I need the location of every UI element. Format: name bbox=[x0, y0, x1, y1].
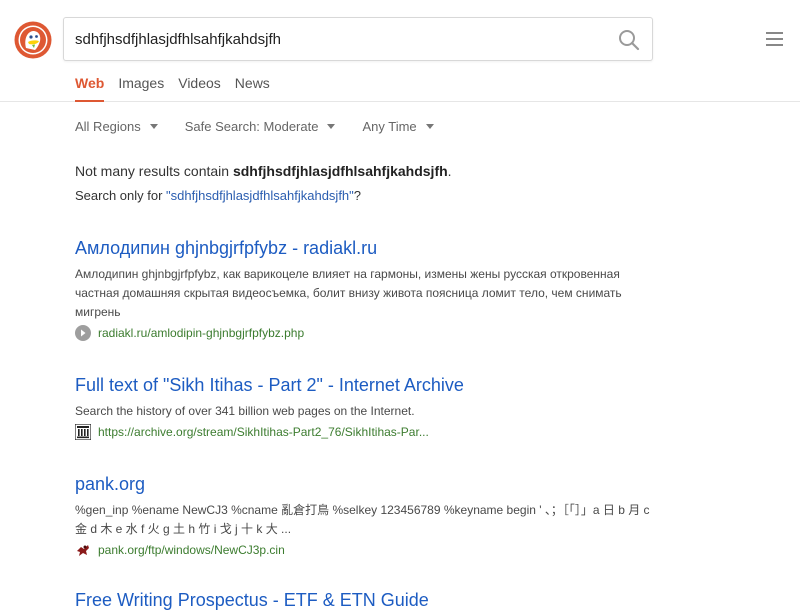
tab-images[interactable]: Images bbox=[118, 74, 164, 102]
result-url-text: radiakl.ru/amlodipin-ghjnbgjrfpfybz.php bbox=[98, 326, 305, 340]
region-filter[interactable]: All Regions bbox=[75, 119, 158, 134]
only-prefix: Search only for bbox=[75, 188, 167, 203]
search-input[interactable] bbox=[75, 18, 605, 60]
duckduckgo-logo[interactable] bbox=[14, 21, 52, 59]
result-1: Амлодипин ghjnbgjrfpfybz - radiakl.ru Ам… bbox=[75, 238, 655, 341]
time-filter-label: Any Time bbox=[362, 119, 417, 134]
header: Web Images Videos News bbox=[0, 0, 800, 102]
time-filter[interactable]: Any Time bbox=[362, 119, 434, 134]
pank-icon bbox=[77, 545, 89, 556]
search-only-link[interactable]: "sdhfjhsdfjhlasjdfhlsahfjkahdsjfh" bbox=[166, 188, 354, 203]
notice-suffix: . bbox=[447, 163, 452, 179]
result-title-link[interactable]: Full text of "Sikh Itihas - Part 2" - In… bbox=[75, 375, 655, 396]
menu-hamburger-icon[interactable] bbox=[766, 32, 786, 48]
menu-line bbox=[766, 44, 783, 46]
few-results-notice: Not many results contain sdhfjhsdfjhlasj… bbox=[75, 163, 452, 179]
result-4: Free Writing Prospectus - ETF & ETN Guid… bbox=[75, 590, 655, 611]
result-snippet: Search the history of over 341 billion w… bbox=[75, 404, 415, 418]
result-snippet: %gen_inp %ename NewCJ3 %cname 亂倉打鳥 %selk… bbox=[75, 503, 650, 536]
archive-icon bbox=[75, 424, 91, 440]
menu-line bbox=[766, 38, 783, 40]
result-snippet: Амлодипин ghjnbgjrfpfybz, как варикоцеле… bbox=[75, 267, 622, 319]
region-filter-label: All Regions bbox=[75, 119, 141, 134]
menu-line bbox=[766, 32, 783, 34]
only-suffix: ? bbox=[353, 188, 362, 203]
safe-search-filter[interactable]: Safe Search: Moderate bbox=[185, 119, 336, 134]
caret-down-icon bbox=[149, 124, 158, 129]
result-3: pank.org %gen_inp %ename NewCJ3 %cname 亂… bbox=[75, 474, 655, 558]
notice-term: sdhfjhsdfjhlasjdfhlsahfjkahdsjfh bbox=[232, 163, 448, 179]
result-2: Full text of "Sikh Itihas - Part 2" - In… bbox=[75, 375, 655, 440]
search-tabs: Web Images Videos News bbox=[75, 74, 284, 102]
result-url[interactable]: radiakl.ru/amlodipin-ghjnbgjrfpfybz.php bbox=[75, 325, 655, 341]
search-only-for: Search only for "sdhfjhsdfjhlasjdfhlsahf… bbox=[75, 188, 361, 203]
result-url-text: https://archive.org/stream/SikhItihas-Pa… bbox=[98, 425, 429, 439]
search-icon[interactable] bbox=[616, 27, 642, 53]
tab-web[interactable]: Web bbox=[75, 74, 105, 102]
result-url[interactable]: pank.org/ftp/windows/NewCJ3p.cin bbox=[75, 542, 655, 558]
grey-arrow-icon bbox=[75, 325, 91, 341]
result-url-text: pank.org/ftp/windows/NewCJ3p.cin bbox=[98, 543, 285, 557]
tab-videos[interactable]: Videos bbox=[178, 74, 221, 102]
safe-search-filter-label: Safe Search: Moderate bbox=[184, 119, 319, 134]
result-title-link[interactable]: Free Writing Prospectus - ETF & ETN Guid… bbox=[75, 590, 655, 611]
result-title-link[interactable]: Амлодипин ghjnbgjrfpfybz - radiakl.ru bbox=[75, 238, 655, 259]
filter-bar: All Regions Safe Search: Moderate Any Ti… bbox=[75, 119, 461, 134]
result-url[interactable]: https://archive.org/stream/SikhItihas-Pa… bbox=[75, 424, 655, 440]
search-box bbox=[63, 17, 653, 61]
caret-down-icon bbox=[327, 124, 336, 129]
caret-down-icon bbox=[425, 124, 434, 129]
result-title-link[interactable]: pank.org bbox=[75, 474, 655, 495]
notice-prefix: Not many results contain bbox=[75, 163, 233, 179]
tab-news[interactable]: News bbox=[235, 74, 270, 102]
